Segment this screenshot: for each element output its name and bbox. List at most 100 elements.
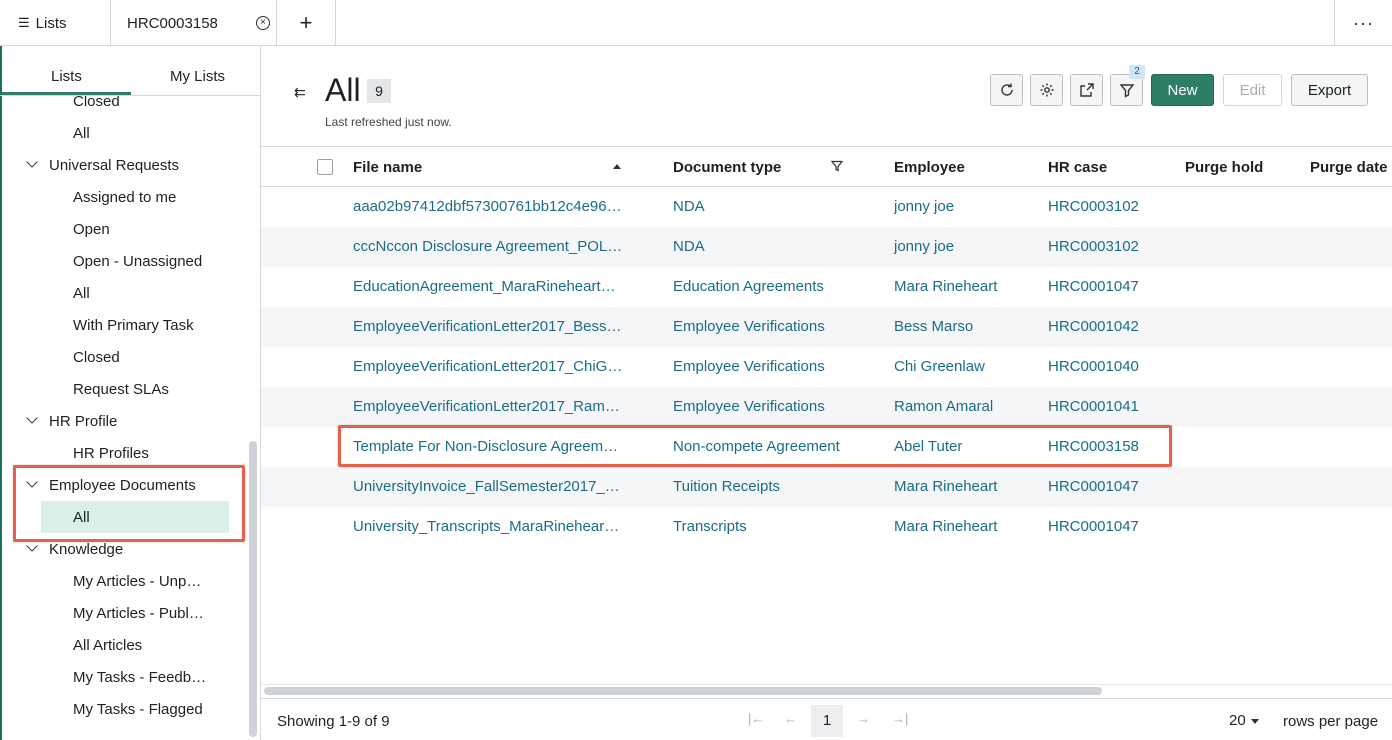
cell-employee[interactable]: Mara Rineheart (894, 518, 1034, 535)
active-tab-indicator (2, 92, 131, 95)
share-button[interactable] (1070, 74, 1103, 106)
cell-file-name[interactable]: cccNccon Disclosure Agreement_POL… (353, 238, 625, 255)
first-page-icon[interactable]: |← (748, 711, 764, 726)
cell-file-name[interactable]: University_Transcripts_MaraRinehear… (353, 518, 625, 535)
last-page-icon[interactable]: →| (892, 711, 908, 726)
cell-document-type[interactable]: Transcripts (673, 518, 873, 535)
select-all-checkbox[interactable] (317, 159, 333, 175)
sidebar-item[interactable]: My Articles - Publ… (41, 597, 229, 629)
cell-file-name[interactable]: EmployeeVerificationLetter2017_Bess… (353, 318, 625, 335)
table-row[interactable]: University_Transcripts_MaraRinehear… Tran… (261, 507, 1392, 547)
tab-case[interactable]: HRC0003158 × (111, 0, 277, 46)
sidebar-item[interactable]: Open - Unassigned (41, 245, 229, 277)
export-button[interactable]: Export (1291, 74, 1368, 106)
current-page[interactable]: 1 (811, 705, 843, 737)
cell-employee[interactable]: Chi Greenlaw (894, 358, 1034, 375)
cell-document-type[interactable]: Employee Verifications (673, 398, 873, 415)
column-header-purge-hold[interactable]: Purge hold (1185, 159, 1263, 176)
cell-document-type[interactable]: NDA (673, 238, 873, 255)
cell-hr-case[interactable]: HRC0001040 (1048, 358, 1168, 375)
sidebar-item-label: Request SLAs (73, 380, 169, 398)
column-header-file-name[interactable]: File name (353, 159, 422, 176)
tab-lists-sub[interactable]: Lists (51, 68, 82, 85)
table-row[interactable]: EmployeeVerificationLetter2017_ChiG… Empl… (261, 347, 1392, 387)
cell-employee[interactable]: Ramon Amaral (894, 398, 1034, 415)
cell-file-name[interactable]: aaa02b97412dbf57300761bb12c4e96… (353, 198, 625, 215)
horizontal-scrollbar[interactable] (264, 687, 1102, 695)
cell-hr-case[interactable]: HRC0001047 (1048, 278, 1168, 295)
collapse-list-icon[interactable]: ⇇ (294, 84, 306, 101)
column-header-employee[interactable]: Employee (894, 159, 965, 176)
tab-case-label: HRC0003158 (127, 14, 218, 32)
table-row[interactable]: EmployeeVerificationLetter2017_Bess… Empl… (261, 307, 1392, 347)
sidebar-item[interactable]: All Articles (41, 629, 229, 661)
column-header-purge-date[interactable]: Purge date (1310, 159, 1388, 176)
cell-hr-case[interactable]: HRC0001047 (1048, 478, 1168, 495)
sidebar-item[interactable]: Closed (41, 96, 229, 117)
tab-lists[interactable]: ☰ Lists (0, 0, 111, 47)
column-header-hr-case[interactable]: HR case (1048, 159, 1107, 176)
cell-employee[interactable]: Bess Marso (894, 318, 1034, 335)
settings-button[interactable] (1030, 74, 1063, 106)
sidebar-item-label: Closed (73, 96, 120, 110)
cell-file-name[interactable]: UniversityInvoice_FallSemester2017_… (353, 478, 625, 495)
table-row[interactable]: EmployeeVerificationLetter2017_Ram… Emplo… (261, 387, 1392, 427)
gear-icon (1040, 83, 1053, 97)
new-button[interactable]: New (1151, 74, 1214, 106)
sidebar-group[interactable]: HR Profile (24, 405, 244, 437)
cell-employee[interactable]: Mara Rineheart (894, 478, 1034, 495)
tab-my-lists[interactable]: My Lists (170, 68, 225, 85)
table-row[interactable]: aaa02b97412dbf57300761bb12c4e96… NDA jonny… (261, 187, 1392, 227)
table-row[interactable]: cccNccon Disclosure Agreement_POL… NDA jon… (261, 227, 1392, 267)
cell-employee[interactable]: jonny joe (894, 238, 1034, 255)
cell-employee[interactable]: Mara Rineheart (894, 278, 1034, 295)
sidebar-item[interactable]: My Articles - Unp… (41, 565, 229, 597)
cell-hr-case[interactable]: HRC0003102 (1048, 238, 1168, 255)
cell-hr-case[interactable]: HRC0001047 (1048, 518, 1168, 535)
column-header-document-type[interactable]: Document type (673, 159, 781, 176)
sidebar-item[interactable]: With Primary Task (41, 309, 229, 341)
chevron-down-icon[interactable] (1251, 719, 1259, 724)
sidebar-item[interactable]: All (41, 117, 229, 149)
close-tab-icon[interactable]: × (256, 16, 270, 30)
cell-file-name[interactable]: EmployeeVerificationLetter2017_Ram… (353, 398, 625, 415)
cell-document-type[interactable]: NDA (673, 198, 873, 215)
page-title: All (325, 72, 361, 108)
column-filter-icon[interactable] (831, 160, 843, 172)
cell-file-name[interactable]: EducationAgreement_MaraRineheart… (353, 278, 625, 295)
cell-hr-case[interactable]: HRC0001041 (1048, 398, 1168, 415)
refresh-button[interactable] (990, 74, 1023, 106)
sidebar-item[interactable]: Closed (41, 341, 229, 373)
sidebar-item[interactable]: Request SLAs (41, 373, 229, 405)
rows-per-page-label: rows per page (1283, 713, 1379, 730)
cell-hr-case[interactable]: HRC0001042 (1048, 318, 1168, 335)
sidebar-group[interactable]: Universal Requests (24, 149, 244, 181)
sidebar-scrollbar[interactable] (249, 441, 257, 737)
edit-button[interactable]: Edit (1223, 74, 1282, 106)
cell-employee[interactable]: jonny joe (894, 198, 1034, 215)
sidebar-item[interactable]: All (41, 277, 229, 309)
next-page-icon[interactable]: → (857, 711, 870, 726)
cell-hr-case[interactable]: HRC0003102 (1048, 198, 1168, 215)
cell-file-name[interactable]: EmployeeVerificationLetter2017_ChiG… (353, 358, 625, 375)
table-row[interactable]: UniversityInvoice_FallSemester2017_… Tuit… (261, 467, 1392, 507)
chevron-down-icon[interactable] (26, 412, 38, 424)
sidebar-item[interactable]: My Tasks - Feedb… (41, 661, 229, 693)
sidebar-item-label: Open (73, 220, 110, 238)
sidebar-item[interactable]: Open (41, 213, 229, 245)
previous-page-icon[interactable]: ← (784, 711, 797, 726)
cell-document-type[interactable]: Tuition Receipts (673, 478, 873, 495)
table-row[interactable]: EducationAgreement_MaraRineheart… Educati… (261, 267, 1392, 307)
chevron-down-icon[interactable] (26, 540, 38, 552)
cell-document-type[interactable]: Employee Verifications (673, 318, 873, 335)
tab-bar: ☰ Lists HRC0003158 × + ··· (0, 0, 1392, 47)
sort-ascending-icon[interactable] (613, 164, 621, 169)
more-options-button[interactable]: ··· (1334, 0, 1392, 46)
sidebar-item[interactable]: Assigned to me (41, 181, 229, 213)
cell-document-type[interactable]: Employee Verifications (673, 358, 873, 375)
sidebar-item[interactable]: My Tasks - Flagged (41, 693, 229, 725)
chevron-down-icon[interactable] (26, 156, 38, 168)
cell-document-type[interactable]: Education Agreements (673, 278, 873, 295)
rows-per-page-select[interactable]: 20 (1229, 712, 1246, 729)
add-tab-button[interactable]: + (277, 0, 336, 46)
